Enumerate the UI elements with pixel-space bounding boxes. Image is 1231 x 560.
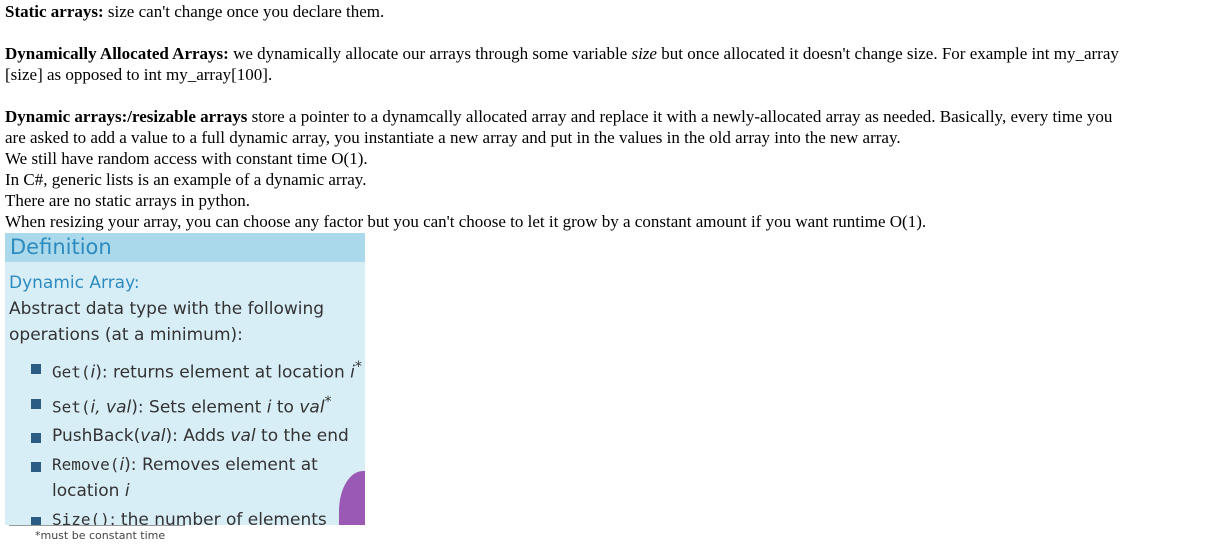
get-mark: * (354, 359, 362, 375)
dynamic-arrays-label: Dynamic arrays:/resizable arrays (5, 107, 248, 126)
remove-line-2: location (52, 481, 125, 502)
set-function: Set( (52, 397, 91, 417)
pushback-text-2: to the end (255, 426, 349, 447)
get-text: returns element at location (107, 362, 351, 383)
static-arrays-label: Static arrays: (5, 2, 104, 21)
dynamically-allocated-text-1: we dynamically allocate our arrays throu… (228, 44, 632, 63)
pushback-var: val (230, 426, 256, 447)
size-italic: size (631, 44, 657, 63)
csharp-line: In C#, generic lists is an example of a … (5, 170, 367, 189)
random-access-line: We still have random access with constan… (5, 149, 368, 168)
footnote-area: *must be constant time (5, 525, 365, 546)
operation-get: Get(i): returns element at location i* (31, 354, 365, 386)
pushback-text: Adds (177, 426, 231, 447)
set-arg: i, val (90, 397, 132, 418)
get-close: ): (95, 362, 108, 383)
pushback-close: ): (165, 426, 178, 447)
notes-text: Static arrays: size can't change once yo… (5, 1, 1231, 232)
resizing-line: When resizing your array, you can choose… (5, 212, 927, 231)
pushback-arg: val (140, 426, 166, 447)
square-bullet-icon (31, 398, 41, 409)
dynamic-arrays-line-2: are asked to add a value to a full dynam… (5, 128, 901, 147)
remove-function: Remove( (52, 455, 120, 475)
dynamically-allocated-paragraph: Dynamically Allocated Arrays: we dynamic… (5, 43, 1231, 85)
set-close: ): (131, 397, 144, 418)
remove-close: ): (124, 455, 137, 476)
remove-var: i (124, 481, 130, 502)
definition-slide-image: Definition Dynamic Array: Abstract data … (5, 233, 365, 546)
operations-list: Get(i): returns element at location i* S… (9, 354, 365, 533)
python-line: There are no static arrays in python. (5, 191, 250, 210)
dynamically-allocated-text-2: but once allocated it doesn't change siz… (656, 44, 1119, 63)
slide-header: Definition (5, 233, 365, 262)
square-bullet-icon (31, 364, 41, 374)
footnote-divider (9, 525, 185, 526)
dynamically-allocated-line-2: [size] as opposed to int my_array[100]. (5, 65, 273, 84)
operation-set: Set(i, val): Sets element i to val* (31, 389, 365, 421)
square-bullet-icon (31, 462, 41, 473)
square-bullet-icon (31, 433, 41, 444)
remove-text: Removes element at (136, 455, 318, 476)
dynamic-arrays-paragraph: Dynamic arrays:/resizable arrays store a… (5, 106, 1231, 232)
set-mark: * (324, 393, 332, 410)
set-text-2: to (271, 397, 300, 418)
get-function: Get( (52, 362, 91, 382)
operation-remove: Remove(i): Removes element at location i (31, 452, 365, 504)
slide-description-line-1: Abstract data type with the following (9, 299, 325, 319)
dynamic-arrays-text: store a pointer to a dynamcally allocate… (247, 107, 1113, 126)
slide-subtitle: Dynamic Array: (9, 273, 140, 293)
set-text: Sets element (143, 397, 267, 418)
pushback-function: PushBack( (52, 426, 141, 447)
slide-body: Dynamic Array: Abstract data type with t… (5, 262, 365, 533)
slide-description-line-2: operations (at a minimum): (9, 325, 243, 345)
operation-pushback: PushBack(val): Adds val to the end (31, 423, 365, 449)
static-arrays-text: size can't change once you declare them. (103, 2, 385, 21)
footnote: *must be constant time (35, 529, 166, 542)
static-arrays-paragraph: Static arrays: size can't change once yo… (5, 1, 1231, 22)
set-var-2: val (299, 397, 325, 418)
dynamically-allocated-label: Dynamically Allocated Arrays: (5, 44, 229, 63)
